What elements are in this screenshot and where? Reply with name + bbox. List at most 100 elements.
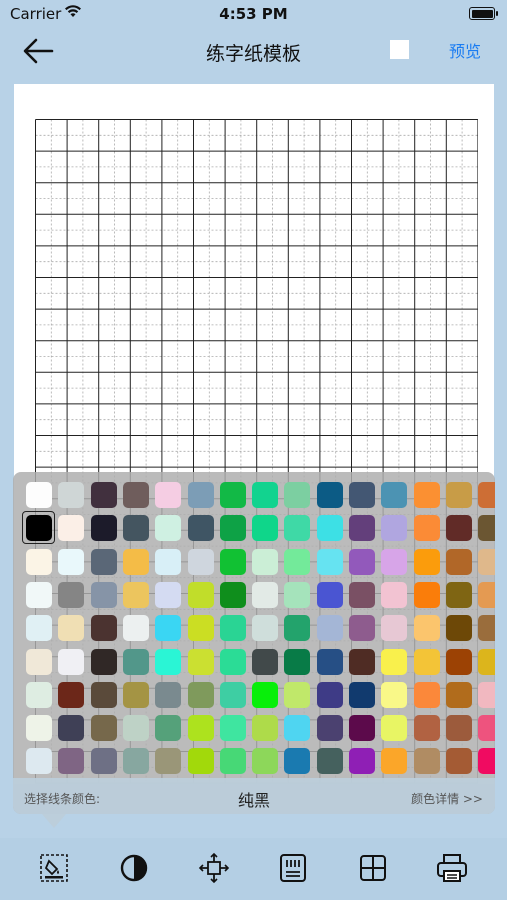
color-swatch[interactable] (219, 548, 246, 575)
color-swatch[interactable] (316, 648, 343, 675)
color-swatch[interactable] (219, 615, 246, 642)
color-swatch[interactable] (219, 681, 246, 708)
color-swatch[interactable] (219, 648, 246, 675)
color-swatch[interactable] (90, 548, 117, 575)
color-swatch[interactable] (381, 648, 408, 675)
color-swatch[interactable] (187, 748, 214, 775)
color-swatch[interactable] (381, 548, 408, 575)
color-fill-icon[interactable] (37, 851, 71, 885)
color-swatch[interactable] (155, 581, 182, 608)
color-swatch[interactable] (252, 681, 279, 708)
color-swatch[interactable] (58, 615, 85, 642)
color-swatch[interactable] (252, 548, 279, 575)
color-swatch[interactable] (413, 482, 440, 508)
color-swatch[interactable] (413, 548, 440, 575)
color-swatch[interactable] (122, 515, 149, 542)
color-swatch[interactable] (445, 515, 472, 542)
color-swatch[interactable] (155, 548, 182, 575)
back-arrow-icon[interactable] (20, 36, 56, 66)
color-swatch[interactable] (284, 548, 311, 575)
color-swatch[interactable] (316, 581, 343, 608)
color-swatch[interactable] (155, 748, 182, 775)
color-swatch[interactable] (155, 615, 182, 642)
color-swatch[interactable] (122, 615, 149, 642)
color-swatch[interactable] (316, 515, 343, 542)
color-swatch[interactable] (413, 515, 440, 542)
color-swatch[interactable] (90, 648, 117, 675)
color-swatch[interactable] (58, 515, 85, 542)
color-swatch[interactable] (284, 581, 311, 608)
color-swatch[interactable] (349, 548, 375, 575)
contrast-icon[interactable] (117, 851, 151, 885)
color-swatch[interactable] (58, 648, 85, 675)
color-swatch[interactable] (26, 615, 52, 642)
color-swatch[interactable] (26, 715, 52, 742)
color-swatch[interactable] (316, 615, 343, 642)
color-swatch[interactable] (381, 715, 408, 742)
color-swatch[interactable] (284, 715, 311, 742)
color-swatch[interactable] (478, 715, 495, 742)
color-swatch[interactable] (381, 748, 408, 775)
color-swatch[interactable] (90, 681, 117, 708)
color-swatch[interactable] (445, 581, 472, 608)
color-swatch[interactable] (478, 482, 495, 508)
color-swatch[interactable] (284, 748, 311, 775)
color-swatch[interactable] (413, 748, 440, 775)
color-swatch[interactable] (187, 681, 214, 708)
color-swatch[interactable] (252, 748, 279, 775)
color-swatch[interactable] (219, 515, 246, 542)
color-swatch[interactable] (478, 681, 495, 708)
color-swatch[interactable] (90, 748, 117, 775)
color-swatch[interactable] (478, 615, 495, 642)
color-swatch[interactable] (187, 515, 214, 542)
color-swatch[interactable] (90, 515, 117, 542)
color-swatch[interactable] (187, 615, 214, 642)
color-swatch[interactable] (187, 648, 214, 675)
color-swatch[interactable] (445, 548, 472, 575)
color-swatch[interactable] (445, 482, 472, 508)
color-swatch[interactable] (122, 548, 149, 575)
color-swatch[interactable] (26, 681, 52, 708)
color-swatch[interactable] (349, 581, 375, 608)
color-swatch[interactable] (155, 681, 182, 708)
color-swatch[interactable] (381, 681, 408, 708)
color-swatch[interactable] (284, 681, 311, 708)
color-swatch[interactable] (252, 515, 279, 542)
color-swatch[interactable] (349, 681, 375, 708)
color-details-link[interactable]: 颜色详情 >> (411, 790, 483, 807)
color-swatch[interactable] (478, 648, 495, 675)
color-swatch[interactable] (284, 648, 311, 675)
color-swatch[interactable] (219, 748, 246, 775)
color-swatch[interactable] (252, 615, 279, 642)
color-swatch[interactable] (219, 482, 246, 508)
color-swatch[interactable] (381, 615, 408, 642)
color-swatch[interactable] (478, 548, 495, 575)
color-swatch[interactable] (349, 515, 375, 542)
color-swatch[interactable] (478, 748, 495, 775)
color-swatch[interactable] (381, 581, 408, 608)
color-swatch[interactable] (26, 648, 52, 675)
color-swatch[interactable] (381, 482, 408, 508)
color-swatch[interactable] (252, 648, 279, 675)
color-swatch[interactable] (316, 482, 343, 508)
color-swatch[interactable] (349, 715, 375, 742)
color-swatch[interactable] (187, 715, 214, 742)
color-swatch[interactable] (122, 581, 149, 608)
color-swatch[interactable] (445, 615, 472, 642)
color-swatch[interactable] (58, 715, 85, 742)
color-swatch[interactable] (316, 681, 343, 708)
color-swatch[interactable] (413, 681, 440, 708)
color-swatch[interactable] (155, 648, 182, 675)
grid-layout-icon[interactable] (356, 851, 390, 885)
resize-icon[interactable] (197, 851, 231, 885)
color-swatch[interactable] (284, 615, 311, 642)
color-swatch[interactable] (187, 581, 214, 608)
color-swatch[interactable] (187, 548, 214, 575)
color-swatch[interactable] (445, 715, 472, 742)
color-swatch[interactable] (26, 581, 52, 608)
color-swatch[interactable] (90, 581, 117, 608)
color-swatch[interactable] (58, 482, 85, 508)
color-swatch[interactable] (26, 748, 52, 775)
color-swatch[interactable] (445, 681, 472, 708)
color-swatch[interactable] (349, 482, 375, 508)
